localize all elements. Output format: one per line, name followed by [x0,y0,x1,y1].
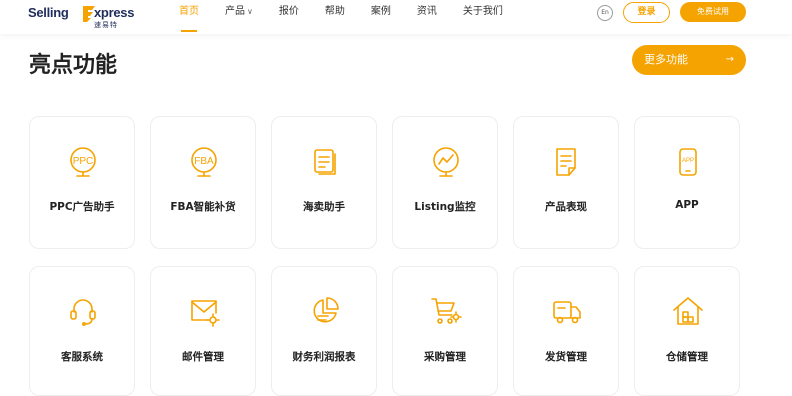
login-button[interactable]: 登录 [623,2,670,23]
feature-card-shipping-management[interactable]: 发货管理 [513,266,619,396]
logo-text-left: Selling [28,5,69,20]
sellingexpress-logo[interactable]: Selling xpress 速易特 [28,3,134,29]
feature-card-fba[interactable]: FBA FBA智能补货 [150,116,256,249]
chevron-down-icon: ∨ [247,7,253,16]
nav-item-label: 案例 [370,6,391,17]
feature-label: 发货管理 [545,351,587,363]
nav-item-label: 关于我们 [462,6,503,17]
cart-gear-icon [431,298,462,324]
feature-label: Listing监控 [414,201,476,213]
nav-item-help[interactable]: 帮助 [325,0,345,34]
language-switch-button[interactable]: En [597,5,613,21]
nav-item-products[interactable]: 产品 ∨ [225,0,253,34]
logo-subtitle: 速易特 [94,21,118,29]
nav-item-label: 资讯 [416,6,437,17]
nav-item-cases[interactable]: 案例 [371,0,391,34]
feature-card-purchase-management[interactable]: 采购管理 [392,266,498,396]
feature-card-customer-service[interactable]: 客服系统 [29,266,135,396]
arrow-right-icon: → [725,54,734,65]
feature-card-sea-sell-assistant[interactable]: 海卖助手 [271,116,377,249]
nav-item-news[interactable]: 资讯 [417,0,437,34]
feature-label: 客服系统 [61,351,103,363]
feature-label: FBA智能补货 [170,201,236,213]
nav-item-label: 首页 [179,6,199,17]
nav-item-home[interactable]: 首页 [179,0,199,34]
feature-label: APP [675,199,699,211]
fba-icon: FBA [191,147,217,177]
logo-text-right: xpress [94,5,135,20]
nav-item-pricing[interactable]: 报价 [279,0,299,34]
main-nav: 首页 产品 ∨ 报价 帮助 案例 资讯 关于我们 [176,0,503,34]
more-features-button[interactable]: 更多功能 → [632,45,746,75]
feature-label: 财务利润报表 [292,351,356,363]
feature-card-ppc[interactable]: PPC PPC广告助手 [29,116,135,249]
section-title: 亮点功能 [29,53,118,78]
nav-item-about[interactable]: 关于我们 [463,0,503,34]
pie-chart-report-icon [313,297,339,323]
report-icon [556,148,576,176]
document-stack-icon [314,149,336,175]
feature-card-listing-monitor[interactable]: Listing监控 [392,116,498,249]
feature-label: 产品表现 [545,201,587,213]
mail-gear-icon [191,300,220,327]
feature-label: 仓储管理 [666,351,708,363]
feature-card-financial-profit-report[interactable]: 财务利润报表 [271,266,377,396]
truck-icon [553,301,581,324]
feature-card-app[interactable]: APP APP [634,116,740,249]
svg-text:FBA: FBA [194,156,214,167]
nav-item-label: 产品 [225,6,245,17]
feature-card-mail-management[interactable]: 邮件管理 [150,266,256,396]
feature-label: 海卖助手 [303,201,345,213]
feature-label: PPC广告助手 [49,201,115,213]
svg-text:PPC: PPC [73,156,94,167]
headset-icon [70,299,96,326]
feature-card-warehouse-management[interactable]: 仓储管理 [634,266,740,396]
top-navigation-bar: Selling xpress 速易特 首页 产品 ∨ 报价 帮助 案例 资讯 关于… [0,0,792,34]
ppc-icon: PPC [70,147,96,177]
warehouse-icon [673,297,703,325]
mobile-app-icon: APP [679,148,697,176]
monitor-chart-icon [433,147,459,177]
nav-item-label: 帮助 [324,6,345,17]
feature-label: 采购管理 [424,351,466,363]
feature-card-product-performance[interactable]: 产品表现 [513,116,619,249]
free-trial-button[interactable]: 免费试用 [680,2,746,22]
svg-text:APP: APP [682,158,694,164]
more-features-label: 更多功能 [644,53,688,66]
feature-label: 邮件管理 [182,351,224,363]
nav-item-label: 报价 [278,6,299,17]
